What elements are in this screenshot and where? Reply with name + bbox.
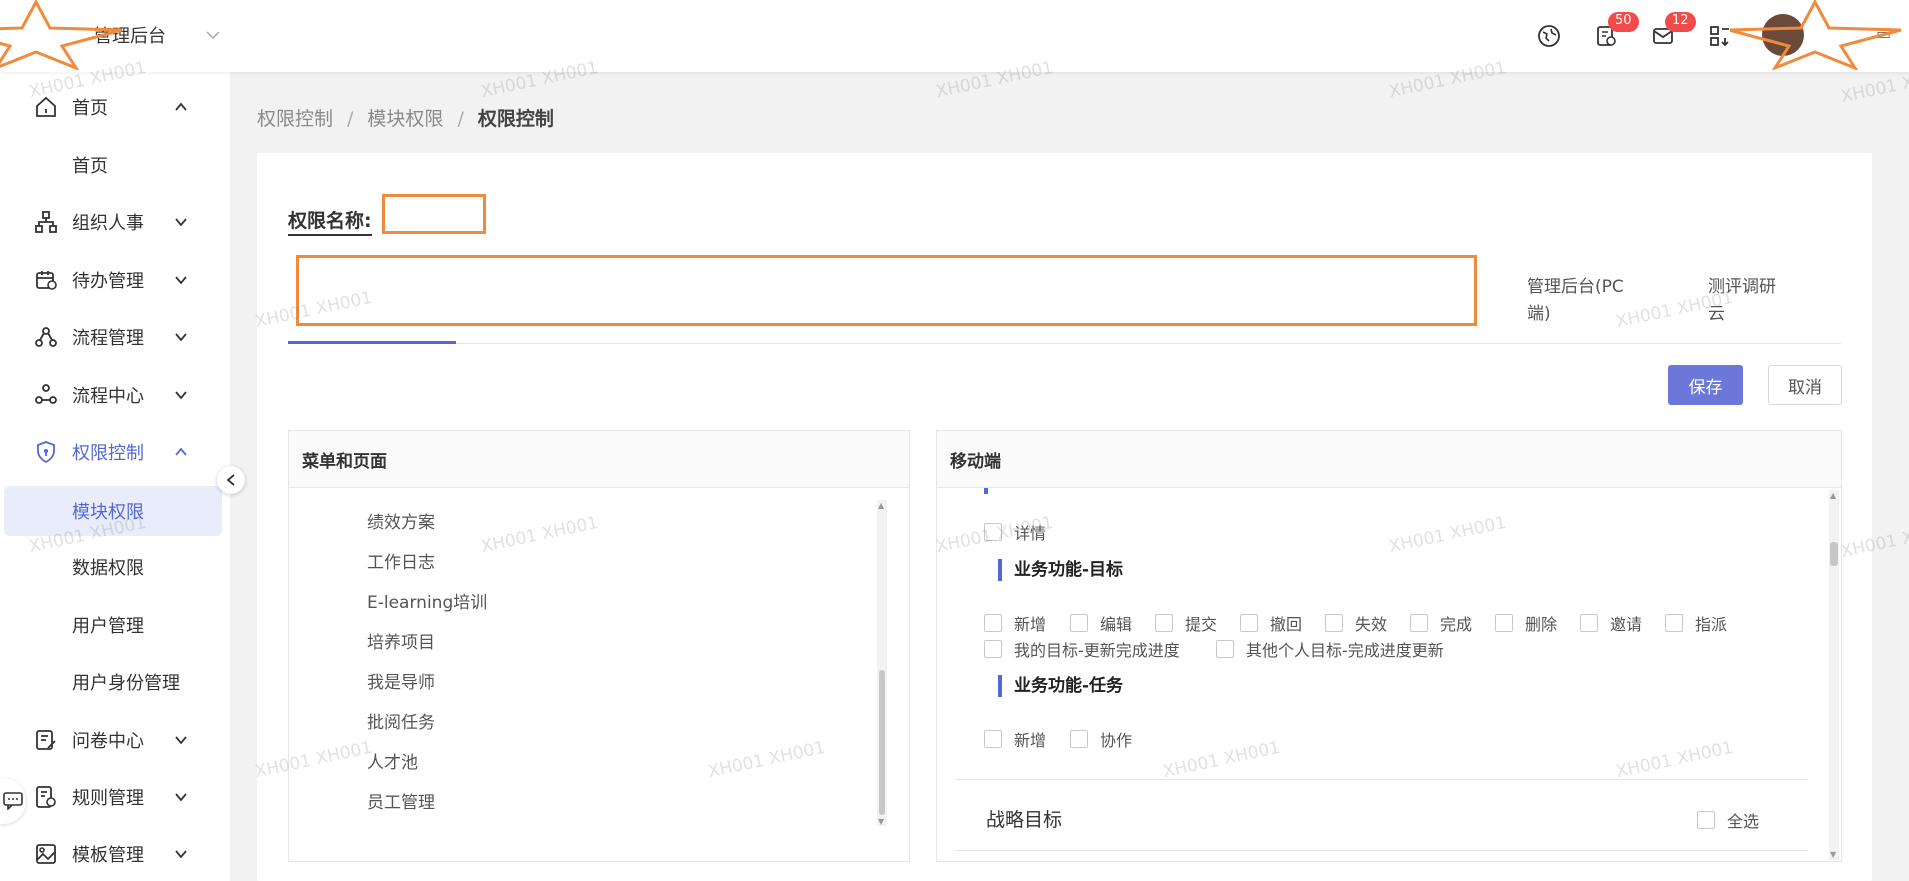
sidebar-subitem-user-mgmt[interactable]: 用户管理 xyxy=(0,600,230,650)
section-marker xyxy=(984,488,988,494)
checkbox-task-collab[interactable]: 协作 xyxy=(1070,727,1132,751)
chevron-down-icon xyxy=(175,793,187,802)
checkbox-goal-add[interactable]: 新增 xyxy=(984,611,1046,635)
mobile-panel-title: 移动端 xyxy=(937,431,1841,488)
sidebar-subitem-data-permission[interactable]: 数据权限 xyxy=(0,542,230,592)
sidebar-subitem-user-identity[interactable]: 用户身份管理 xyxy=(0,657,230,707)
mobile-scrollbar-thumb[interactable] xyxy=(1830,542,1838,566)
flow-center-icon xyxy=(35,384,57,404)
checkbox-goal-invalid[interactable]: 失效 xyxy=(1325,611,1387,635)
chevron-down-icon xyxy=(175,391,187,400)
permission-name-label: 权限名称: xyxy=(288,206,372,236)
scroll-down-icon[interactable]: ▼ xyxy=(878,817,884,826)
star-annotation-icon xyxy=(0,0,123,70)
mail-icon[interactable]: 12 xyxy=(1649,12,1696,50)
shield-icon xyxy=(37,441,55,464)
section-title-goal: 业务功能-目标 xyxy=(998,559,1123,581)
checkbox-my-goal-progress[interactable]: 我的目标-更新完成进度 xyxy=(984,637,1180,661)
scroll-up-icon[interactable]: ▲ xyxy=(1830,491,1836,500)
menu-item[interactable]: 批阅任务 xyxy=(367,708,435,733)
tab-strip-highlight xyxy=(296,255,1477,326)
permission-name-input[interactable] xyxy=(382,194,486,234)
star-annotation-icon xyxy=(1730,0,1902,70)
menu-item[interactable]: 我是导师 xyxy=(367,668,435,693)
checkbox-goal-submit[interactable]: 提交 xyxy=(1155,611,1217,635)
breadcrumb: 权限控制 / 模块权限 / 权限控制 xyxy=(257,108,554,130)
checkbox-goal-delete[interactable]: 删除 xyxy=(1495,611,1557,635)
sidebar: 首页 首页 组织人事 待办管理 流程管理 流程中心 权限控制 模块权限 数据权限… xyxy=(0,72,230,881)
chevron-down-icon xyxy=(175,276,187,285)
chevron-left-icon xyxy=(226,474,235,486)
tab-divider xyxy=(288,343,1841,344)
chevron-up-icon xyxy=(175,447,187,456)
chevron-down-icon xyxy=(175,218,187,227)
tab-admin-pc[interactable]: 管理后台(PC 端) xyxy=(1527,274,1647,328)
sidebar-item-org[interactable]: 组织人事 xyxy=(0,197,230,247)
scroll-up-icon[interactable]: ▲ xyxy=(878,501,884,510)
checkbox-goal-complete[interactable]: 完成 xyxy=(1410,611,1472,635)
menu-item[interactable]: E-learning培训 xyxy=(367,588,487,613)
menu-panel-title: 菜单和页面 xyxy=(289,431,909,488)
menu-item[interactable]: 员工管理 xyxy=(367,788,435,813)
checkbox-detail[interactable]: 详情 xyxy=(984,520,1046,544)
org-icon xyxy=(35,211,57,233)
sidebar-collapse-button[interactable] xyxy=(217,466,245,494)
chevron-down-icon xyxy=(175,736,187,745)
flow-icon xyxy=(35,327,57,347)
mail-badge: 12 xyxy=(1665,12,1696,32)
sidebar-item-survey[interactable]: 问卷中心 xyxy=(0,715,230,765)
menu-item[interactable]: 绩效方案 xyxy=(367,508,435,533)
row-divider xyxy=(955,779,1808,780)
checkbox-select-all[interactable]: 全选 xyxy=(1697,808,1759,832)
checkbox-goal-withdraw[interactable]: 撤回 xyxy=(1240,611,1302,635)
breadcrumb-item[interactable]: 权限控制 xyxy=(257,108,333,130)
chevron-down-icon xyxy=(175,333,187,342)
sidebar-item-permission[interactable]: 权限控制 xyxy=(0,427,230,477)
menu-item[interactable]: 培养项目 xyxy=(367,628,435,653)
breadcrumb-item[interactable]: 模块权限 xyxy=(367,108,443,130)
sidebar-item-flow-mgmt[interactable]: 流程管理 xyxy=(0,312,230,362)
chat-icon xyxy=(3,792,23,810)
rule-icon xyxy=(36,786,56,808)
checkbox-goal-assign[interactable]: 指派 xyxy=(1665,611,1727,635)
chevron-down-icon[interactable] xyxy=(206,30,220,40)
scroll-down-icon[interactable]: ▼ xyxy=(1830,850,1836,859)
menu-item[interactable]: 工作日志 xyxy=(367,548,435,573)
todo-badge: 50 xyxy=(1608,12,1639,32)
todo-icon[interactable]: 50 xyxy=(1592,12,1639,50)
home-icon xyxy=(36,96,56,117)
checkbox-goal-edit[interactable]: 编辑 xyxy=(1070,611,1132,635)
tab-active-indicator xyxy=(288,341,456,344)
mobile-content xyxy=(955,488,1808,490)
menu-scrollbar-thumb[interactable] xyxy=(879,670,885,815)
top-bar: 管理后台 50 12 ▭ xyxy=(0,0,1909,72)
sidebar-item-todo[interactable]: 待办管理 xyxy=(0,255,230,305)
sidebar-item-flow-center[interactable]: 流程中心 xyxy=(0,370,230,420)
survey-icon xyxy=(36,730,56,750)
sidebar-item-template[interactable]: 模板管理 xyxy=(0,829,230,879)
sidebar-subitem-module-permission[interactable]: 模块权限 xyxy=(4,486,222,536)
checkbox-task-add[interactable]: 新增 xyxy=(984,727,1046,751)
sidebar-item-rule[interactable]: 规则管理 xyxy=(0,772,230,822)
group-title-strategic-goal: 战略目标 xyxy=(986,809,1063,831)
sidebar-subitem-home[interactable]: 首页 xyxy=(0,140,230,190)
chevron-up-icon xyxy=(175,102,187,111)
tab-survey-cloud[interactable]: 测评调研 云 xyxy=(1708,274,1798,328)
section-title-task: 业务功能-任务 xyxy=(998,675,1123,697)
language-icon[interactable] xyxy=(1535,22,1563,50)
checkbox-goal-invite[interactable]: 邀请 xyxy=(1580,611,1642,635)
menu-item[interactable]: 人才池 xyxy=(367,748,418,773)
sidebar-item-home[interactable]: 首页 xyxy=(0,82,230,132)
calendar-icon xyxy=(36,271,57,290)
chevron-down-icon xyxy=(175,850,187,859)
checkbox-other-goal-progress[interactable]: 其他个人目标-完成进度更新 xyxy=(1216,637,1444,661)
template-icon xyxy=(36,844,56,864)
save-button[interactable]: 保存 xyxy=(1668,365,1743,405)
cancel-button[interactable]: 取消 xyxy=(1768,365,1842,405)
row-divider xyxy=(955,850,1808,851)
breadcrumb-current: 权限控制 xyxy=(477,108,554,130)
